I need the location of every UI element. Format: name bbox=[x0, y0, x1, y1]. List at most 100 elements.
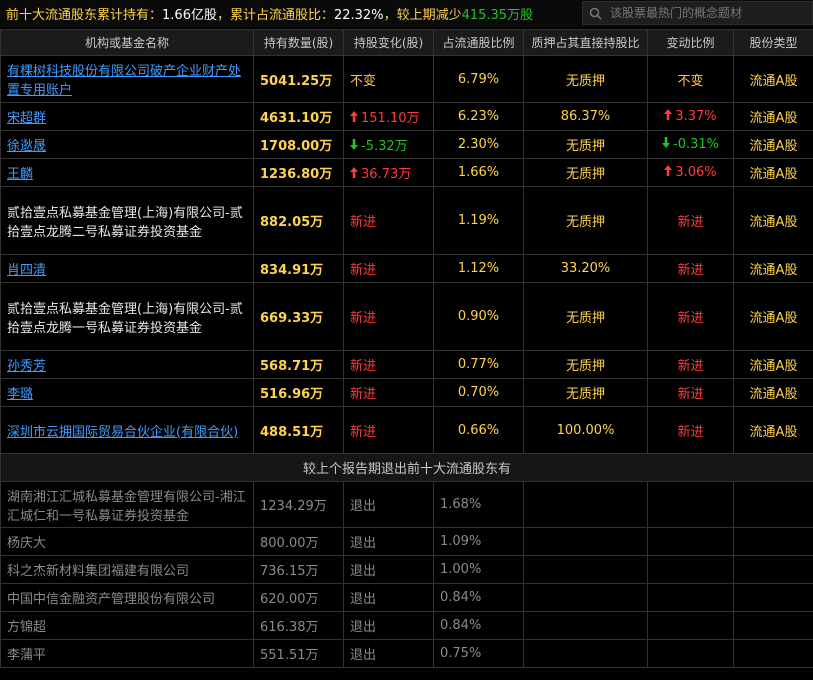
exit-qty: 616.38万 bbox=[253, 611, 344, 640]
holder-name-cell: 肖四清 bbox=[0, 254, 254, 283]
empty-cell bbox=[523, 639, 648, 668]
holding-change-cell: 新进 bbox=[343, 406, 434, 454]
holder-name-link[interactable]: 有棵树科技股份有限公司破产企业财产处置专用账户 bbox=[7, 64, 241, 98]
holding-qty: 568.71万 bbox=[253, 350, 344, 379]
holding-qty: 1236.80万 bbox=[253, 158, 344, 187]
empty-cell bbox=[523, 583, 648, 612]
holder-name-cell: 孙秀芳 bbox=[0, 350, 254, 379]
empty-cell bbox=[647, 639, 734, 668]
search-input[interactable] bbox=[608, 5, 802, 21]
holder-name-link[interactable]: 肖四清 bbox=[7, 263, 46, 278]
summary-mid: ，累计占流通股比： bbox=[216, 8, 334, 23]
holder-name: 贰拾壹点私募基金管理(上海)有限公司-贰拾壹点龙腾二号私募证券投资基金 bbox=[7, 205, 243, 240]
exit-ratio: 1.68% bbox=[433, 481, 524, 528]
arrow-up-icon bbox=[664, 109, 673, 120]
holding-qty: 5041.25万 bbox=[253, 55, 344, 103]
exit-holder-name: 科之杰新材料集团福建有限公司 bbox=[0, 555, 254, 584]
arrow-up-icon bbox=[350, 111, 358, 122]
table-row: 肖四清 834.91万 新进 1.12% 33.20% 新进 流通A股 bbox=[0, 254, 813, 283]
exit-holder-name: 方锦超 bbox=[0, 611, 254, 640]
float-ratio: 1.66% bbox=[433, 158, 524, 187]
holding-change-cell: 新进 bbox=[343, 254, 434, 283]
holding-change: 151.10万 bbox=[361, 111, 420, 126]
column-header[interactable]: 质押占其直接持股比 bbox=[523, 29, 648, 56]
column-header[interactable]: 持有数量(股) bbox=[253, 29, 344, 56]
exit-row: 中国中信金融资产管理股份有限公司 620.00万 退出 0.84% bbox=[0, 583, 813, 612]
exit-change: 退出 bbox=[343, 481, 434, 528]
change-ratio-cell: 新进 bbox=[647, 282, 734, 351]
pledge-ratio: 100.00% bbox=[523, 406, 648, 454]
arrow-up-icon bbox=[664, 165, 673, 176]
holders-table: 机构或基金名称 持有数量(股) 持股变化(股) 占流通股比例 质押占其直接持股比 变动比例… bbox=[0, 29, 813, 668]
holding-change: -5.32万 bbox=[361, 139, 408, 154]
empty-cell bbox=[523, 611, 648, 640]
exit-qty: 1234.29万 bbox=[253, 481, 344, 528]
float-ratio: 1.19% bbox=[433, 186, 524, 255]
exit-holder-name: 中国中信金融资产管理股份有限公司 bbox=[0, 583, 254, 612]
holder-name-link[interactable]: 宋超群 bbox=[7, 111, 46, 126]
holder-name-cell: 徐逖晟 bbox=[0, 130, 254, 159]
float-ratio: 0.70% bbox=[433, 378, 524, 407]
exit-qty: 800.00万 bbox=[253, 527, 344, 556]
holder-name-link[interactable]: 深圳市云拥国际贸易合伙企业(有限合伙) bbox=[7, 425, 238, 440]
summary-ratio: 22.32% bbox=[333, 8, 384, 23]
change-ratio-cell: 3.06% bbox=[647, 158, 734, 187]
share-type: 流通A股 bbox=[733, 406, 813, 454]
holder-name-link[interactable]: 李璐 bbox=[7, 387, 33, 402]
table-row: 有棵树科技股份有限公司破产企业财产处置专用账户 5041.25万 不变 6.79% 无质… bbox=[0, 55, 813, 103]
empty-cell bbox=[733, 555, 813, 584]
column-header[interactable]: 股份类型 bbox=[733, 29, 813, 56]
concept-search[interactable] bbox=[582, 1, 813, 25]
empty-cell bbox=[523, 555, 648, 584]
exit-ratio: 0.75% bbox=[433, 639, 524, 668]
holding-qty: 834.91万 bbox=[253, 254, 344, 283]
empty-cell bbox=[523, 527, 648, 556]
holder-name-link[interactable]: 王麟 bbox=[7, 167, 33, 182]
holding-qty: 516.96万 bbox=[253, 378, 344, 407]
holder-name-link[interactable]: 孙秀芳 bbox=[7, 359, 46, 374]
holding-change: 不变 bbox=[350, 73, 377, 89]
column-header[interactable]: 占流通股比例 bbox=[433, 29, 524, 56]
holding-qty: 669.33万 bbox=[253, 282, 344, 351]
empty-cell bbox=[733, 527, 813, 556]
exit-qty: 620.00万 bbox=[253, 583, 344, 612]
change-ratio: 3.37% bbox=[675, 109, 717, 124]
change-ratio-cell: 新进 bbox=[647, 254, 734, 283]
share-type: 流通A股 bbox=[733, 158, 813, 187]
exit-holder-name: 李蒲平 bbox=[0, 639, 254, 668]
exit-ratio: 1.00% bbox=[433, 555, 524, 584]
exit-section-header: 较上个报告期退出前十大流通股东有 bbox=[0, 453, 813, 482]
float-ratio: 0.77% bbox=[433, 350, 524, 379]
table-row: 徐逖晟 1708.00万 -5.32万 2.30% 无质押 -0.31% 流通A股 bbox=[0, 130, 813, 159]
holder-name-cell: 宋超群 bbox=[0, 102, 254, 131]
holding-change: 新进 bbox=[350, 263, 377, 278]
exit-qty: 551.51万 bbox=[253, 639, 344, 668]
exit-change: 退出 bbox=[343, 611, 434, 640]
holding-change: 新进 bbox=[350, 311, 377, 326]
exit-row: 方锦超 616.38万 退出 0.84% bbox=[0, 611, 813, 640]
holder-name-cell: 李璐 bbox=[0, 378, 254, 407]
exit-change: 退出 bbox=[343, 639, 434, 668]
change-ratio-cell: 3.37% bbox=[647, 102, 734, 131]
change-ratio-cell: 新进 bbox=[647, 406, 734, 454]
column-header[interactable]: 变动比例 bbox=[647, 29, 734, 56]
holding-change-cell: 新进 bbox=[343, 350, 434, 379]
empty-cell bbox=[733, 611, 813, 640]
holder-name-cell: 有棵树科技股份有限公司破产企业财产处置专用账户 bbox=[0, 55, 254, 103]
column-header[interactable]: 持股变化(股) bbox=[343, 29, 434, 56]
share-type: 流通A股 bbox=[733, 130, 813, 159]
exit-change: 退出 bbox=[343, 555, 434, 584]
holding-change: 新进 bbox=[350, 215, 377, 230]
exit-qty: 736.15万 bbox=[253, 555, 344, 584]
change-ratio-cell: 新进 bbox=[647, 186, 734, 255]
holding-change-cell: 新进 bbox=[343, 186, 434, 255]
pledge-ratio: 86.37% bbox=[523, 102, 648, 131]
empty-cell bbox=[647, 555, 734, 584]
pledge-ratio: 无质押 bbox=[523, 55, 648, 103]
holder-name-link[interactable]: 徐逖晟 bbox=[7, 139, 46, 154]
arrow-down-icon bbox=[662, 137, 670, 148]
column-header[interactable]: 机构或基金名称 bbox=[0, 29, 254, 56]
change-ratio: 新进 bbox=[677, 359, 704, 374]
search-icon bbox=[589, 7, 602, 20]
exit-row: 杨庆大 800.00万 退出 1.09% bbox=[0, 527, 813, 556]
